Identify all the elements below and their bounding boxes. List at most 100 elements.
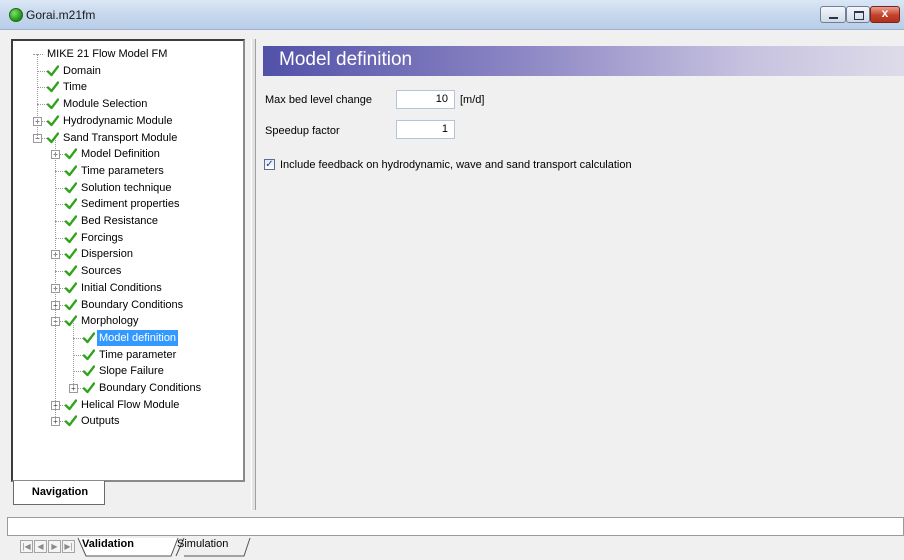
speedup-factor-input[interactable]: 1: [396, 120, 455, 139]
tree-node[interactable]: + Hydrodynamic Module: [13, 113, 241, 129]
tree-guide-line: [37, 54, 38, 138]
tree-node[interactable]: Slope Failure: [13, 363, 241, 379]
tree-node[interactable]: Sources: [13, 263, 241, 279]
checkmark-icon: [64, 315, 78, 327]
checkmark-icon: [82, 348, 96, 361]
tree-node-label[interactable]: Dispersion: [79, 246, 135, 262]
tree-node[interactable]: + Boundary Conditions: [13, 380, 241, 396]
tree-node[interactable]: + Helical Flow Module: [13, 397, 241, 413]
speedup-factor-label: Speedup factor: [265, 125, 340, 137]
tree-node[interactable]: Sediment properties: [13, 196, 241, 212]
max-bed-level-change-input[interactable]: 10: [396, 90, 455, 109]
checkmark-icon: [64, 198, 78, 210]
checkmark-icon: [64, 165, 78, 177]
tree-node[interactable]: Domain: [13, 63, 241, 79]
message-area: [7, 517, 904, 536]
tree-node[interactable]: + Outputs: [13, 413, 241, 429]
checkmark-icon: [64, 232, 78, 244]
tree-guide-line: [73, 321, 74, 388]
tree-node-label[interactable]: Morphology: [79, 313, 140, 329]
checkmark-icon: [64, 282, 78, 294]
tree-node-label[interactable]: Sources: [79, 263, 123, 279]
page-title: Model definition: [279, 49, 413, 70]
checkmark-icon: [64, 215, 78, 227]
feedback-checkbox[interactable]: ✓: [264, 159, 275, 170]
feedback-checkbox-label[interactable]: Include feedback on hydrodynamic, wave a…: [280, 159, 632, 171]
navigation-panel: MIKE 21 Flow Model FM Domain Time Module Se…: [11, 39, 245, 482]
tree-node-label[interactable]: Module Selection: [61, 96, 149, 112]
checkmark-icon: [64, 148, 78, 160]
tree-node[interactable]: + Model Definition: [13, 146, 241, 162]
tab-navigation-label: Navigation: [31, 486, 89, 498]
tree-node-label[interactable]: Time parameter: [97, 347, 178, 363]
tree-node[interactable]: + Dispersion: [13, 246, 241, 262]
tree-node-label[interactable]: Outputs: [79, 413, 122, 429]
tree-node[interactable]: Module Selection: [13, 96, 241, 112]
tab-simulation[interactable]: Simulation: [177, 538, 228, 555]
tree-node-label[interactable]: Boundary Conditions: [79, 297, 185, 313]
checkmark-icon: [82, 332, 96, 344]
window-title: Gorai.m21fm: [26, 8, 96, 22]
checkmark-icon: [82, 365, 96, 377]
tree-node[interactable]: Model definition: [13, 329, 241, 346]
last-tab-arrow[interactable]: ▶|: [62, 540, 75, 553]
tree-node-label[interactable]: Helical Flow Module: [79, 397, 181, 413]
tree-node-label[interactable]: Initial Conditions: [79, 280, 164, 296]
tree-node[interactable]: Solution technique: [13, 180, 241, 196]
tree-node-label[interactable]: Sand Transport Module: [61, 130, 179, 146]
tree-node-label[interactable]: Bed Resistance: [79, 213, 160, 229]
checkmark-icon: [82, 382, 96, 394]
max-bed-level-change-label: Max bed level change: [265, 94, 373, 106]
tree-node-label[interactable]: Hydrodynamic Module: [61, 113, 174, 129]
tree-node-label[interactable]: MIKE 21 Flow Model FM: [45, 46, 169, 62]
minimize-icon: [829, 17, 838, 19]
first-tab-arrow[interactable]: |◀: [20, 540, 33, 553]
tree-node[interactable]: MIKE 21 Flow Model FM: [13, 46, 241, 62]
checkmark-icon: [64, 399, 78, 411]
checkmark-icon: [46, 115, 60, 127]
app-icon: [9, 8, 23, 22]
tree-node-label[interactable]: Time parameters: [79, 163, 166, 179]
tree-node-label[interactable]: Boundary Conditions: [97, 380, 203, 396]
close-icon: x: [881, 6, 889, 20]
checkmark-icon: [46, 131, 60, 144]
tree-guide-line: [55, 137, 56, 422]
checkmark-icon: [46, 98, 60, 110]
tree-connector: [33, 54, 43, 55]
checkmark-icon: [64, 265, 78, 277]
tree-node[interactable]: + Boundary Conditions: [13, 297, 241, 313]
tree-node-label[interactable]: Model Definition: [79, 146, 162, 162]
tree-node[interactable]: Bed Resistance: [13, 213, 241, 229]
tree-node[interactable]: Time parameters: [13, 163, 241, 179]
tab-navigation[interactable]: Navigation: [13, 481, 105, 505]
tree-node-label[interactable]: Forcings: [79, 230, 125, 246]
page-header: Model definition: [263, 46, 904, 76]
maximize-button[interactable]: [846, 6, 870, 23]
tree-node-label[interactable]: Domain: [61, 63, 103, 79]
panel-splitter[interactable]: [251, 39, 256, 510]
checkmark-icon: [64, 181, 78, 194]
checkmark-icon: [46, 81, 60, 93]
prev-tab-arrow[interactable]: ◀: [34, 540, 47, 553]
tree-node[interactable]: Forcings: [13, 230, 241, 246]
tree-node[interactable]: − Sand Transport Module: [13, 130, 241, 146]
title-bar: [0, 0, 904, 30]
tree-node[interactable]: Time parameter: [13, 347, 241, 363]
minimize-button[interactable]: [820, 6, 846, 23]
navigation-tree: MIKE 21 Flow Model FM Domain Time Module Se…: [13, 41, 243, 441]
checkmark-icon: [46, 65, 60, 77]
tab-validation[interactable]: Validation: [82, 538, 134, 555]
tree-node-label[interactable]: Solution technique: [79, 180, 174, 196]
tree-node-label-selected[interactable]: Model definition: [97, 329, 179, 346]
checkmark-icon: [64, 248, 78, 260]
next-tab-arrow[interactable]: ▶: [48, 540, 61, 553]
tree-node[interactable]: Time: [13, 79, 241, 95]
tree-node[interactable]: + Initial Conditions: [13, 280, 241, 296]
tree-node-label[interactable]: Time: [61, 79, 89, 95]
close-button[interactable]: x: [870, 6, 900, 23]
tree-node[interactable]: − Morphology: [13, 313, 241, 329]
tree-node-label[interactable]: Sediment properties: [79, 196, 181, 212]
tree-node-label[interactable]: Slope Failure: [97, 363, 166, 379]
maximize-icon: [854, 11, 864, 20]
bottom-tab-bar: |◀ ◀ ▶ ▶| Validation Simulation: [0, 536, 904, 560]
